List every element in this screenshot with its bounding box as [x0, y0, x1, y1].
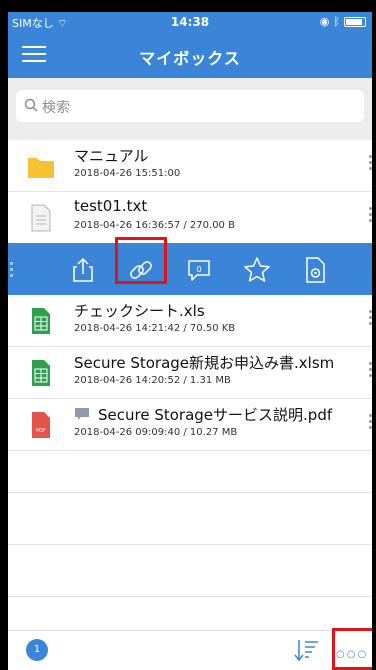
- excel-file-icon: [32, 360, 50, 386]
- pdf-file-icon: PDF: [32, 412, 50, 438]
- page-title: マイボックス: [139, 49, 241, 68]
- list-item[interactable]: test01.txt 2018-04-26 16:36:57 / 270.00 …: [8, 192, 372, 244]
- list-item[interactable]: チェックシート.xls 2018-04-26 14:21:42 / 70.50 …: [8, 295, 372, 347]
- search-input[interactable]: 検索: [16, 90, 364, 122]
- empty-row: [8, 451, 372, 493]
- bluetooth-icon: ᛒ: [333, 15, 340, 28]
- file-meta: 2018-04-26 14:21:42 / 70.50 KB: [74, 323, 236, 334]
- search-icon: [24, 98, 38, 112]
- sort-icon[interactable]: [294, 637, 320, 663]
- status-bar: SIMなし ⌔ 14:38 ◉ ᛒ: [8, 12, 372, 32]
- file-meta: 2018-04-26 09:09:40 / 10.27 MB: [74, 427, 238, 438]
- file-settings-icon[interactable]: [300, 255, 330, 285]
- drag-handle-icon[interactable]: [10, 259, 16, 281]
- share-icon[interactable]: [68, 255, 98, 285]
- list-item[interactable]: マニュアル 2018-04-26 15:51:00: [8, 140, 372, 192]
- more-options-icon[interactable]: [368, 411, 372, 439]
- comment-icon[interactable]: 0: [184, 255, 214, 285]
- file-meta: 2018-04-26 15:51:00: [74, 168, 181, 179]
- file-meta: 2018-04-26 16:36:57 / 270.00 B: [74, 220, 235, 231]
- list-item[interactable]: Secure Storage新規お申込み書.xlsm 2018-04-26 14…: [8, 347, 372, 399]
- more-options-icon[interactable]: [368, 359, 372, 387]
- empty-row: [8, 545, 372, 597]
- empty-row: [8, 493, 372, 545]
- more-options-icon[interactable]: [368, 307, 372, 335]
- folder-icon: [28, 158, 54, 178]
- alarm-icon: ◉: [319, 15, 330, 28]
- file-action-bar: 0: [8, 243, 372, 295]
- file-meta: 2018-04-26 14:20:52 / 1.31 MB: [74, 375, 231, 386]
- excel-file-icon: [32, 308, 50, 334]
- svg-text:0: 0: [196, 265, 201, 274]
- bottom-toolbar: 1 ○○○: [8, 630, 372, 670]
- search-area: 検索: [8, 78, 372, 140]
- list-item[interactable]: PDF Secure Storageサービス説明.pdf 2018-04-26 …: [8, 399, 372, 451]
- more-highlight-box: [332, 628, 372, 670]
- notification-badge[interactable]: 1: [26, 639, 48, 661]
- file-name: Secure Storage新規お申込み書.xlsm: [74, 354, 335, 372]
- search-placeholder: 検索: [42, 100, 70, 116]
- status-time: 14:38: [170, 15, 210, 29]
- file-name: マニュアル: [74, 147, 149, 165]
- more-options-icon[interactable]: [368, 152, 372, 180]
- star-icon[interactable]: [242, 255, 272, 285]
- text-file-icon: [31, 204, 51, 232]
- phone-screen: SIMなし ⌔ 14:38 ◉ ᛒ マイボックス 検索 マニュアル 2018-0…: [8, 12, 372, 670]
- nav-bar: マイボックス: [8, 32, 372, 78]
- link-highlight-box: [115, 237, 167, 284]
- file-name: チェックシート.xls: [74, 302, 205, 320]
- file-name: test01.txt: [74, 197, 148, 215]
- more-options-icon[interactable]: [368, 204, 372, 232]
- comment-badge-icon: [75, 408, 89, 420]
- battery-icon: [344, 16, 366, 27]
- svg-text:PDF: PDF: [36, 428, 46, 434]
- file-name: Secure Storageサービス説明.pdf: [98, 406, 333, 424]
